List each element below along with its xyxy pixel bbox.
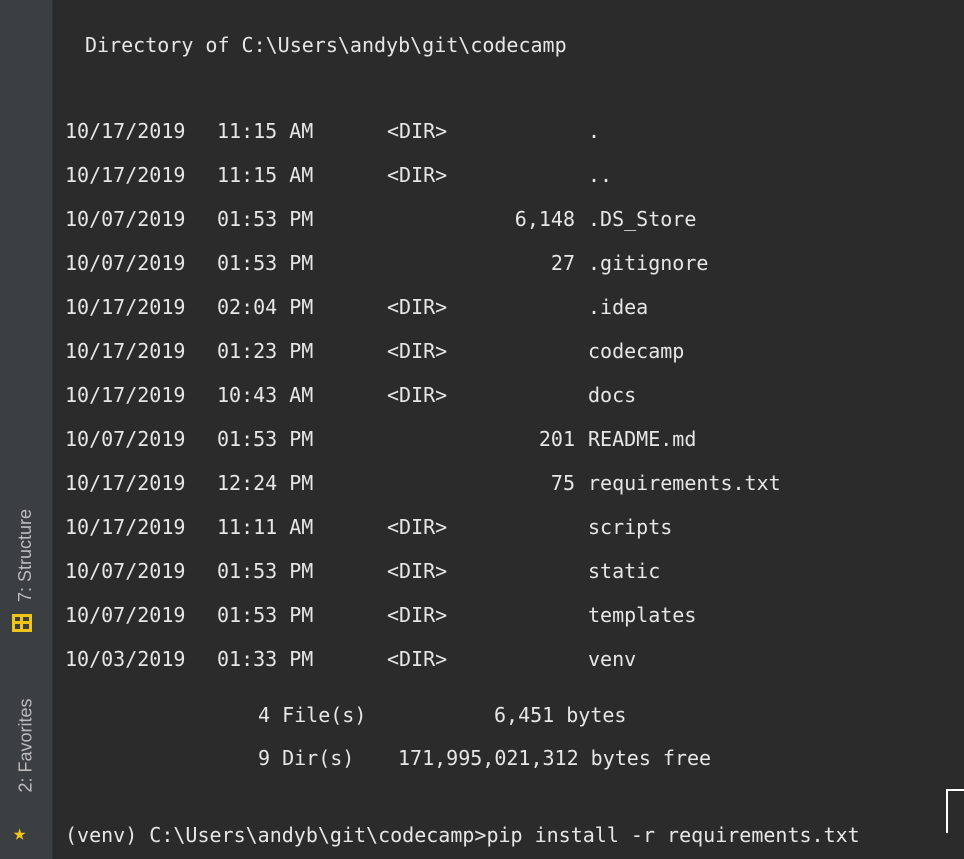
directory-header: Directory of C:\Users\andyb\git\codecamp <box>85 33 567 57</box>
entry-name: scripts <box>588 515 673 539</box>
entry-name: static <box>588 559 661 583</box>
prompt: (venv) C:\Users\andyb\git\codecamp> <box>65 823 487 847</box>
text-cursor <box>946 789 964 833</box>
entry-time: 01:53 PM <box>217 427 314 451</box>
tab-favorites-label: 2: Favorites <box>15 697 36 793</box>
entry-date: 10/17/2019 <box>65 383 186 407</box>
entry-time: 11:11 AM <box>217 515 314 539</box>
entry-time: 11:15 AM <box>217 119 314 143</box>
entry-name: docs <box>588 383 637 407</box>
entry-size <box>433 336 575 366</box>
entry-name: .idea <box>588 295 649 319</box>
left-tool-window-bar: 7: Structure 2: Favorites ★ <box>0 0 53 859</box>
structure-icon[interactable] <box>12 614 32 632</box>
entry-time: 12:24 PM <box>217 471 314 495</box>
entry-size <box>433 160 575 190</box>
entry-date: 10/17/2019 <box>65 119 186 143</box>
ide-window: 7: Structure 2: Favorites ★ Directory of… <box>0 0 964 859</box>
entry-name: .gitignore <box>588 251 709 275</box>
entry-date: 10/17/2019 <box>65 515 186 539</box>
entry-size <box>433 512 575 542</box>
entry-name: templates <box>588 603 697 627</box>
entry-time: 01:33 PM <box>217 647 314 671</box>
entry-date: 10/07/2019 <box>65 251 186 275</box>
entry-size <box>433 600 575 630</box>
entry-time: 01:53 PM <box>217 559 314 583</box>
entry-date: 10/17/2019 <box>65 339 186 363</box>
entry-time: 01:53 PM <box>217 603 314 627</box>
entry-time: 11:15 AM <box>217 163 314 187</box>
entry-name: requirements.txt <box>588 471 781 495</box>
entry-size: 201 <box>538 427 575 451</box>
entry-time: 10:43 AM <box>217 383 314 407</box>
entry-date: 10/17/2019 <box>65 295 186 319</box>
entry-size: 6,148 <box>514 207 575 231</box>
entry-date: 10/07/2019 <box>65 207 186 231</box>
entry-time: 01:53 PM <box>217 251 314 275</box>
entry-date: 10/07/2019 <box>65 427 186 451</box>
command-line[interactable]: (venv) C:\Users\andyb\git\codecamp>pip i… <box>65 820 860 850</box>
command-input[interactable]: pip install -r requirements.txt <box>486 823 859 847</box>
summary-dirs-count: 9 Dir(s) <box>258 746 355 770</box>
entry-name: .DS_Store <box>588 207 697 231</box>
entry-name: README.md <box>588 427 697 451</box>
star-icon[interactable]: ★ <box>13 823 26 845</box>
entry-size <box>433 556 575 586</box>
entry-size <box>433 292 575 322</box>
entry-size <box>433 644 575 674</box>
entry-size: 75 <box>550 471 575 495</box>
entry-size: 27 <box>550 251 575 275</box>
entry-time: 02:04 PM <box>217 295 314 319</box>
entry-date: 10/07/2019 <box>65 603 186 627</box>
entry-date: 10/07/2019 <box>65 559 186 583</box>
entry-name: . <box>588 119 601 143</box>
tab-structure-label: 7: Structure <box>15 508 36 602</box>
entry-name: .. <box>588 163 613 187</box>
entry-size <box>433 380 575 410</box>
terminal-panel[interactable]: Directory of C:\Users\andyb\git\codecamp… <box>53 0 964 859</box>
entry-date: 10/17/2019 <box>65 471 186 495</box>
summary-files-count: 4 File(s) <box>258 703 367 727</box>
entry-size <box>433 116 575 146</box>
entry-name: venv <box>588 647 637 671</box>
entry-date: 10/03/2019 <box>65 647 186 671</box>
tab-favorites[interactable]: 2: Favorites <box>0 680 52 810</box>
entry-name: codecamp <box>588 339 685 363</box>
summary-dirs-bytes: 171,995,021,312 bytes free <box>398 746 712 770</box>
entry-time: 01:23 PM <box>217 339 314 363</box>
entry-date: 10/17/2019 <box>65 163 186 187</box>
summary-files-bytes: 6,451 bytes <box>494 703 627 727</box>
entry-time: 01:53 PM <box>217 207 314 231</box>
